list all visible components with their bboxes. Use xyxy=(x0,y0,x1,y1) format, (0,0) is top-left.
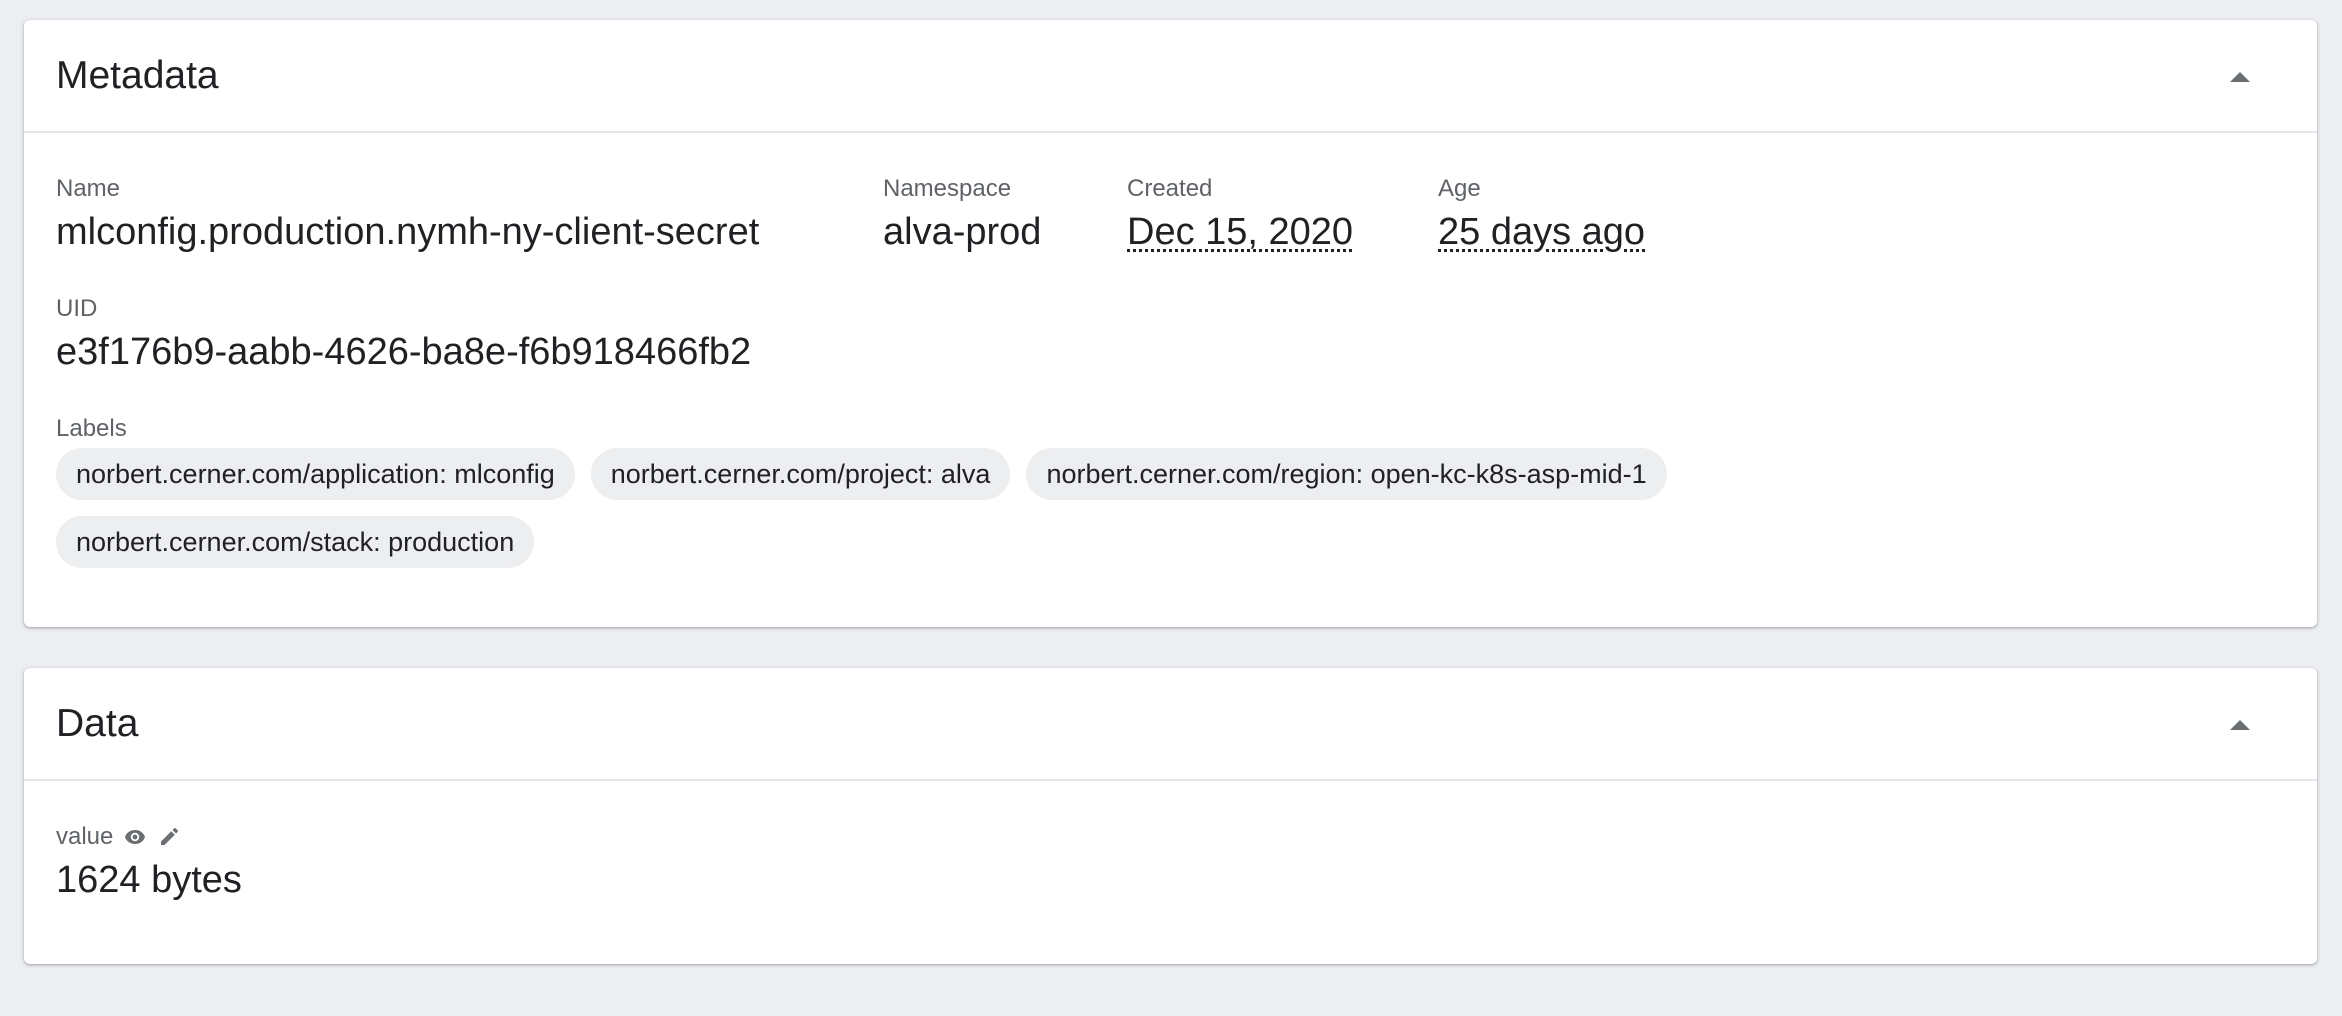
metadata-card: Metadata Name mlconfig.production.nymh-n… xyxy=(24,20,2317,627)
label-chip: norbert.cerner.com/region: open-kc-k8s-a… xyxy=(1026,448,1667,500)
value-size: 1624 bytes xyxy=(56,859,242,901)
created-value[interactable]: Dec 15, 2020 xyxy=(1127,209,1353,255)
data-card-title: Data xyxy=(56,702,139,745)
eye-icon xyxy=(125,830,146,844)
label-chip: norbert.cerner.com/stack: production xyxy=(56,516,535,568)
data-collapse-button[interactable] xyxy=(2223,708,2257,742)
age-label: Age xyxy=(1438,175,1481,202)
age-value[interactable]: 25 days ago xyxy=(1438,209,1645,255)
namespace-label: Namespace xyxy=(883,175,1012,202)
namespace-field: Namespace alva-prod xyxy=(883,175,1041,255)
uid-label: UID xyxy=(56,295,98,322)
metadata-card-header[interactable]: Metadata xyxy=(24,20,2317,133)
labels-chip-list: norbert.cerner.com/application: mlconfig… xyxy=(56,448,1856,568)
metadata-card-title: Metadata xyxy=(56,54,219,97)
chevron-up-icon xyxy=(2230,720,2250,730)
value-label-row: value xyxy=(56,823,242,851)
namespace-value: alva-prod xyxy=(883,211,1042,253)
name-label: Name xyxy=(56,175,121,202)
data-card: Data value 1624 bytes xyxy=(24,668,2317,964)
pencil-icon xyxy=(161,828,179,845)
chevron-up-icon xyxy=(2230,72,2250,82)
data-card-header[interactable]: Data xyxy=(24,668,2317,781)
edit-value-button[interactable] xyxy=(157,825,181,849)
labels-field: Labels xyxy=(56,415,127,443)
metadata-collapse-button[interactable] xyxy=(2223,60,2257,94)
uid-field: UID e3f176b9-aabb-4626-ba8e-f6b918466fb2 xyxy=(56,295,751,375)
name-value: mlconfig.production.nymh-ny-client-secre… xyxy=(56,211,760,253)
uid-value: e3f176b9-aabb-4626-ba8e-f6b918466fb2 xyxy=(56,331,752,373)
reveal-value-button[interactable] xyxy=(123,825,147,849)
created-label: Created xyxy=(1127,175,1213,202)
created-field: Created Dec 15, 2020 xyxy=(1127,175,1353,255)
label-chip: norbert.cerner.com/project: alva xyxy=(590,448,1011,500)
labels-label: Labels xyxy=(56,415,127,442)
value-label: value xyxy=(56,823,114,850)
age-field: Age 25 days ago xyxy=(1438,175,1645,255)
value-field: value 1624 bytes xyxy=(56,823,242,903)
name-field: Name mlconfig.production.nymh-ny-client-… xyxy=(56,175,759,255)
label-chip: norbert.cerner.com/application: mlconfig xyxy=(56,448,575,500)
